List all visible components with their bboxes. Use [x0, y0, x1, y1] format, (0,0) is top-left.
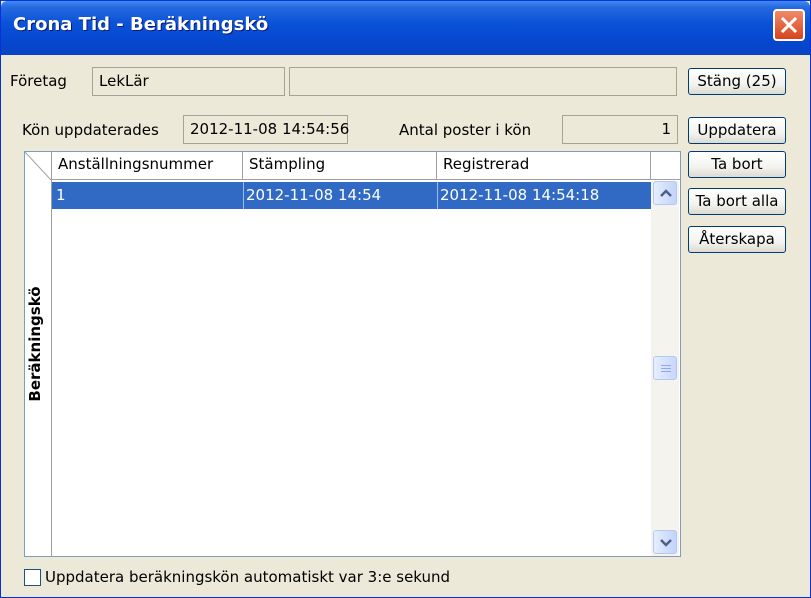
table-row[interactable]: 1 2012-11-08 14:54 2012-11-08 14:54:18: [52, 182, 651, 209]
remove-all-button[interactable]: Ta bort alla: [688, 188, 786, 215]
grip-line: [661, 371, 671, 372]
queue-count-field[interactable]: 1: [562, 115, 678, 144]
column-header-filler: [651, 152, 680, 180]
cell-divider: [437, 182, 438, 209]
update-button[interactable]: Uppdatera: [688, 117, 786, 144]
queue-updated-label: Kön uppdaterades: [22, 121, 159, 139]
chevron-down-icon: [660, 539, 672, 547]
corner-divider: [25, 152, 51, 180]
cell-divider: [243, 182, 244, 209]
queue-count-label: Antal poster i kön: [399, 121, 532, 139]
remove-button[interactable]: Ta bort: [688, 151, 786, 178]
column-header-employee[interactable]: Anställningsnummer: [52, 152, 243, 180]
scroll-up-button[interactable]: [653, 181, 677, 205]
chevron-up-icon: [660, 189, 672, 197]
dialog-window: Crona Tid - Beräkningskö Företag LekLär …: [0, 0, 811, 598]
auto-update-checkbox[interactable]: [24, 569, 41, 586]
scrollbar-thumb[interactable]: [653, 356, 677, 380]
cell-registered: 2012-11-08 14:54:18: [440, 186, 600, 204]
grip-line: [661, 368, 671, 369]
grip-line: [661, 365, 671, 366]
company-label: Företag: [10, 72, 67, 90]
company-name-field[interactable]: [289, 67, 677, 96]
auto-update-label[interactable]: Uppdatera beräkningskön automatiskt var …: [45, 568, 450, 586]
table-side-label: Beräkningskö: [26, 286, 44, 402]
restore-button[interactable]: Återskapa: [688, 226, 786, 253]
company-code-field[interactable]: LekLär: [92, 67, 285, 96]
close-button[interactable]: Stäng (25): [688, 68, 786, 95]
queue-updated-field[interactable]: 2012-11-08 14:54:56: [183, 115, 349, 144]
queue-table[interactable]: Beräkningskö Anställningsnummer Stämplin…: [24, 151, 681, 557]
title-bar[interactable]: Crona Tid - Beräkningskö: [1, 1, 810, 55]
vertical-scrollbar[interactable]: [651, 181, 679, 556]
window-title: Crona Tid - Beräkningskö: [13, 14, 269, 35]
table-side-header: Beräkningskö: [25, 152, 52, 556]
column-header-registered[interactable]: Registrerad: [437, 152, 651, 180]
cell-employee: 1: [56, 186, 66, 204]
close-icon: [780, 16, 798, 34]
cell-stamp: 2012-11-08 14:54: [246, 186, 382, 204]
column-header-stamp[interactable]: Stämpling: [243, 152, 437, 180]
scroll-down-button[interactable]: [653, 530, 677, 554]
close-window-button[interactable]: [773, 9, 805, 41]
